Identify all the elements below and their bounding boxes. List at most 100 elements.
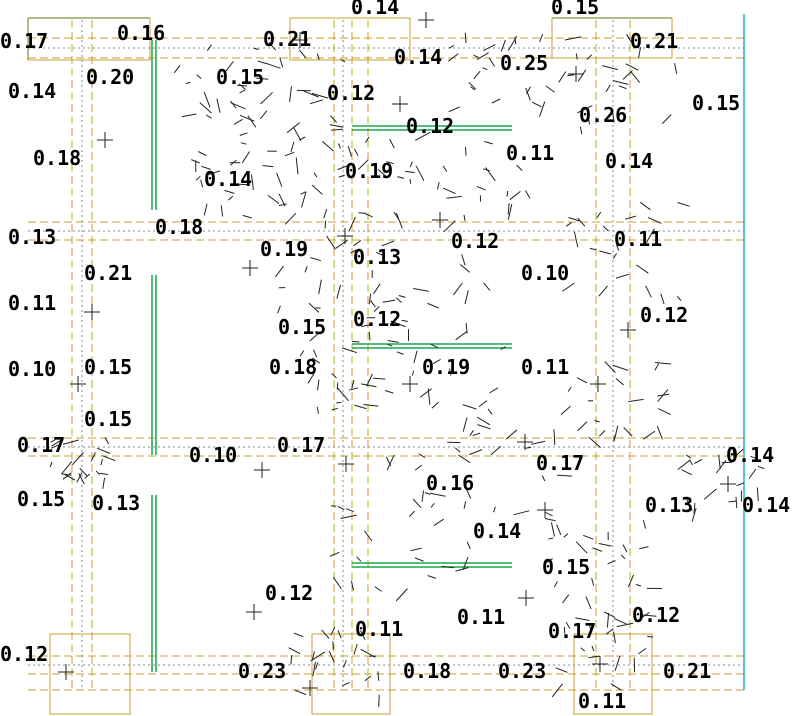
stroke-mark [240, 142, 247, 145]
stroke-mark [275, 265, 284, 278]
stroke-mark [100, 459, 103, 466]
stroke-mark [506, 190, 509, 197]
value-label: 0.10 [8, 357, 56, 381]
stroke-mark [310, 257, 322, 262]
stroke-mark [49, 461, 53, 468]
stroke-mark [466, 541, 471, 550]
stroke-mark [567, 74, 575, 77]
stroke-mark [395, 212, 403, 229]
value-label: 0.11 [521, 355, 569, 379]
value-label: 0.15 [551, 0, 599, 19]
stroke-mark [607, 560, 616, 565]
stroke-mark [657, 408, 672, 416]
stroke-mark [575, 53, 578, 60]
stroke-mark [95, 470, 100, 476]
stroke-mark [715, 459, 727, 474]
value-label: 0.11 [8, 291, 56, 315]
stroke-mark [575, 541, 588, 554]
stroke-mark [615, 378, 624, 386]
value-label: 0.13 [8, 225, 56, 249]
stroke-mark [490, 445, 502, 456]
stroke-mark [604, 361, 616, 373]
value-label: 0.12 [640, 303, 688, 327]
stroke-mark [589, 247, 597, 251]
value-label: 0.21 [630, 29, 678, 53]
stroke-mark [485, 167, 496, 182]
stroke-mark [455, 567, 469, 572]
stroke-mark [373, 377, 386, 380]
stroke-mark [694, 459, 703, 464]
value-label: 0.26 [579, 103, 627, 127]
stroke-mark [203, 203, 208, 216]
stroke-mark [613, 80, 629, 85]
stroke-mark [703, 488, 717, 500]
stroke-mark [545, 85, 555, 93]
stroke-mark [556, 524, 562, 536]
value-label: 0.17 [277, 433, 325, 457]
stroke-mark [612, 253, 618, 259]
value-label: 0.16 [117, 21, 165, 45]
stroke-mark [555, 667, 568, 673]
stroke-mark [284, 151, 295, 157]
stroke-mark [645, 285, 652, 298]
value-label: 0.19 [260, 237, 308, 261]
stroke-mark [316, 406, 319, 414]
stroke-mark [411, 370, 415, 376]
stroke-mark [298, 49, 307, 59]
stroke-mark [472, 432, 481, 437]
stroke-mark [462, 404, 477, 410]
value-label: 0.23 [238, 659, 286, 683]
stroke-mark [476, 52, 489, 61]
value-label: 0.15 [84, 355, 132, 379]
stroke-mark [338, 174, 345, 178]
stroke-mark [330, 505, 337, 507]
stroke-mark [491, 98, 501, 104]
stroke-mark [748, 468, 757, 479]
stroke-mark [71, 452, 84, 466]
stroke-mark [563, 533, 569, 538]
stroke-mark [295, 157, 299, 175]
stroke-mark [239, 114, 255, 122]
stroke-mark [524, 190, 531, 199]
stroke-mark [389, 138, 395, 149]
stroke-mark [313, 172, 318, 178]
value-label: 0.14 [473, 519, 521, 543]
stroke-mark [541, 475, 546, 482]
stroke-mark [560, 405, 571, 415]
value-label: 0.12 [265, 581, 313, 605]
stroke-mark [410, 547, 422, 552]
stroke-mark [558, 71, 567, 83]
stroke-mark [409, 161, 413, 168]
value-label: 0.15 [278, 315, 326, 339]
stroke-mark [613, 425, 619, 442]
value-label: 0.12 [0, 642, 48, 666]
stroke-mark [728, 500, 737, 503]
stroke-mark [461, 254, 466, 266]
stroke-mark [353, 643, 358, 655]
stroke-mark [62, 472, 72, 480]
stroke-mark [345, 508, 354, 513]
stroke-mark [293, 632, 304, 638]
stroke-mark [539, 33, 544, 42]
stroke-mark [409, 178, 412, 184]
stroke-mark [462, 417, 468, 432]
stroke-mark [618, 85, 627, 90]
stroke-mark [414, 464, 423, 471]
value-label: 0.23 [498, 659, 546, 683]
stroke-mark [500, 39, 506, 52]
stroke-mark [203, 91, 211, 108]
value-label: 0.25 [500, 51, 548, 75]
stroke-mark [566, 221, 572, 227]
stroke-mark [317, 379, 320, 391]
value-label: 0.18 [403, 659, 451, 683]
value-label: 0.20 [86, 65, 134, 89]
stroke-mark [242, 214, 252, 219]
stroke-mark [489, 387, 499, 394]
stroke-mark [736, 482, 745, 487]
stroke-mark [353, 148, 359, 156]
stroke-mark [473, 70, 481, 80]
stroke-mark [343, 660, 347, 668]
stroke-mark [564, 36, 582, 41]
stroke-mark [602, 225, 609, 232]
value-label: 0.11 [614, 227, 662, 251]
